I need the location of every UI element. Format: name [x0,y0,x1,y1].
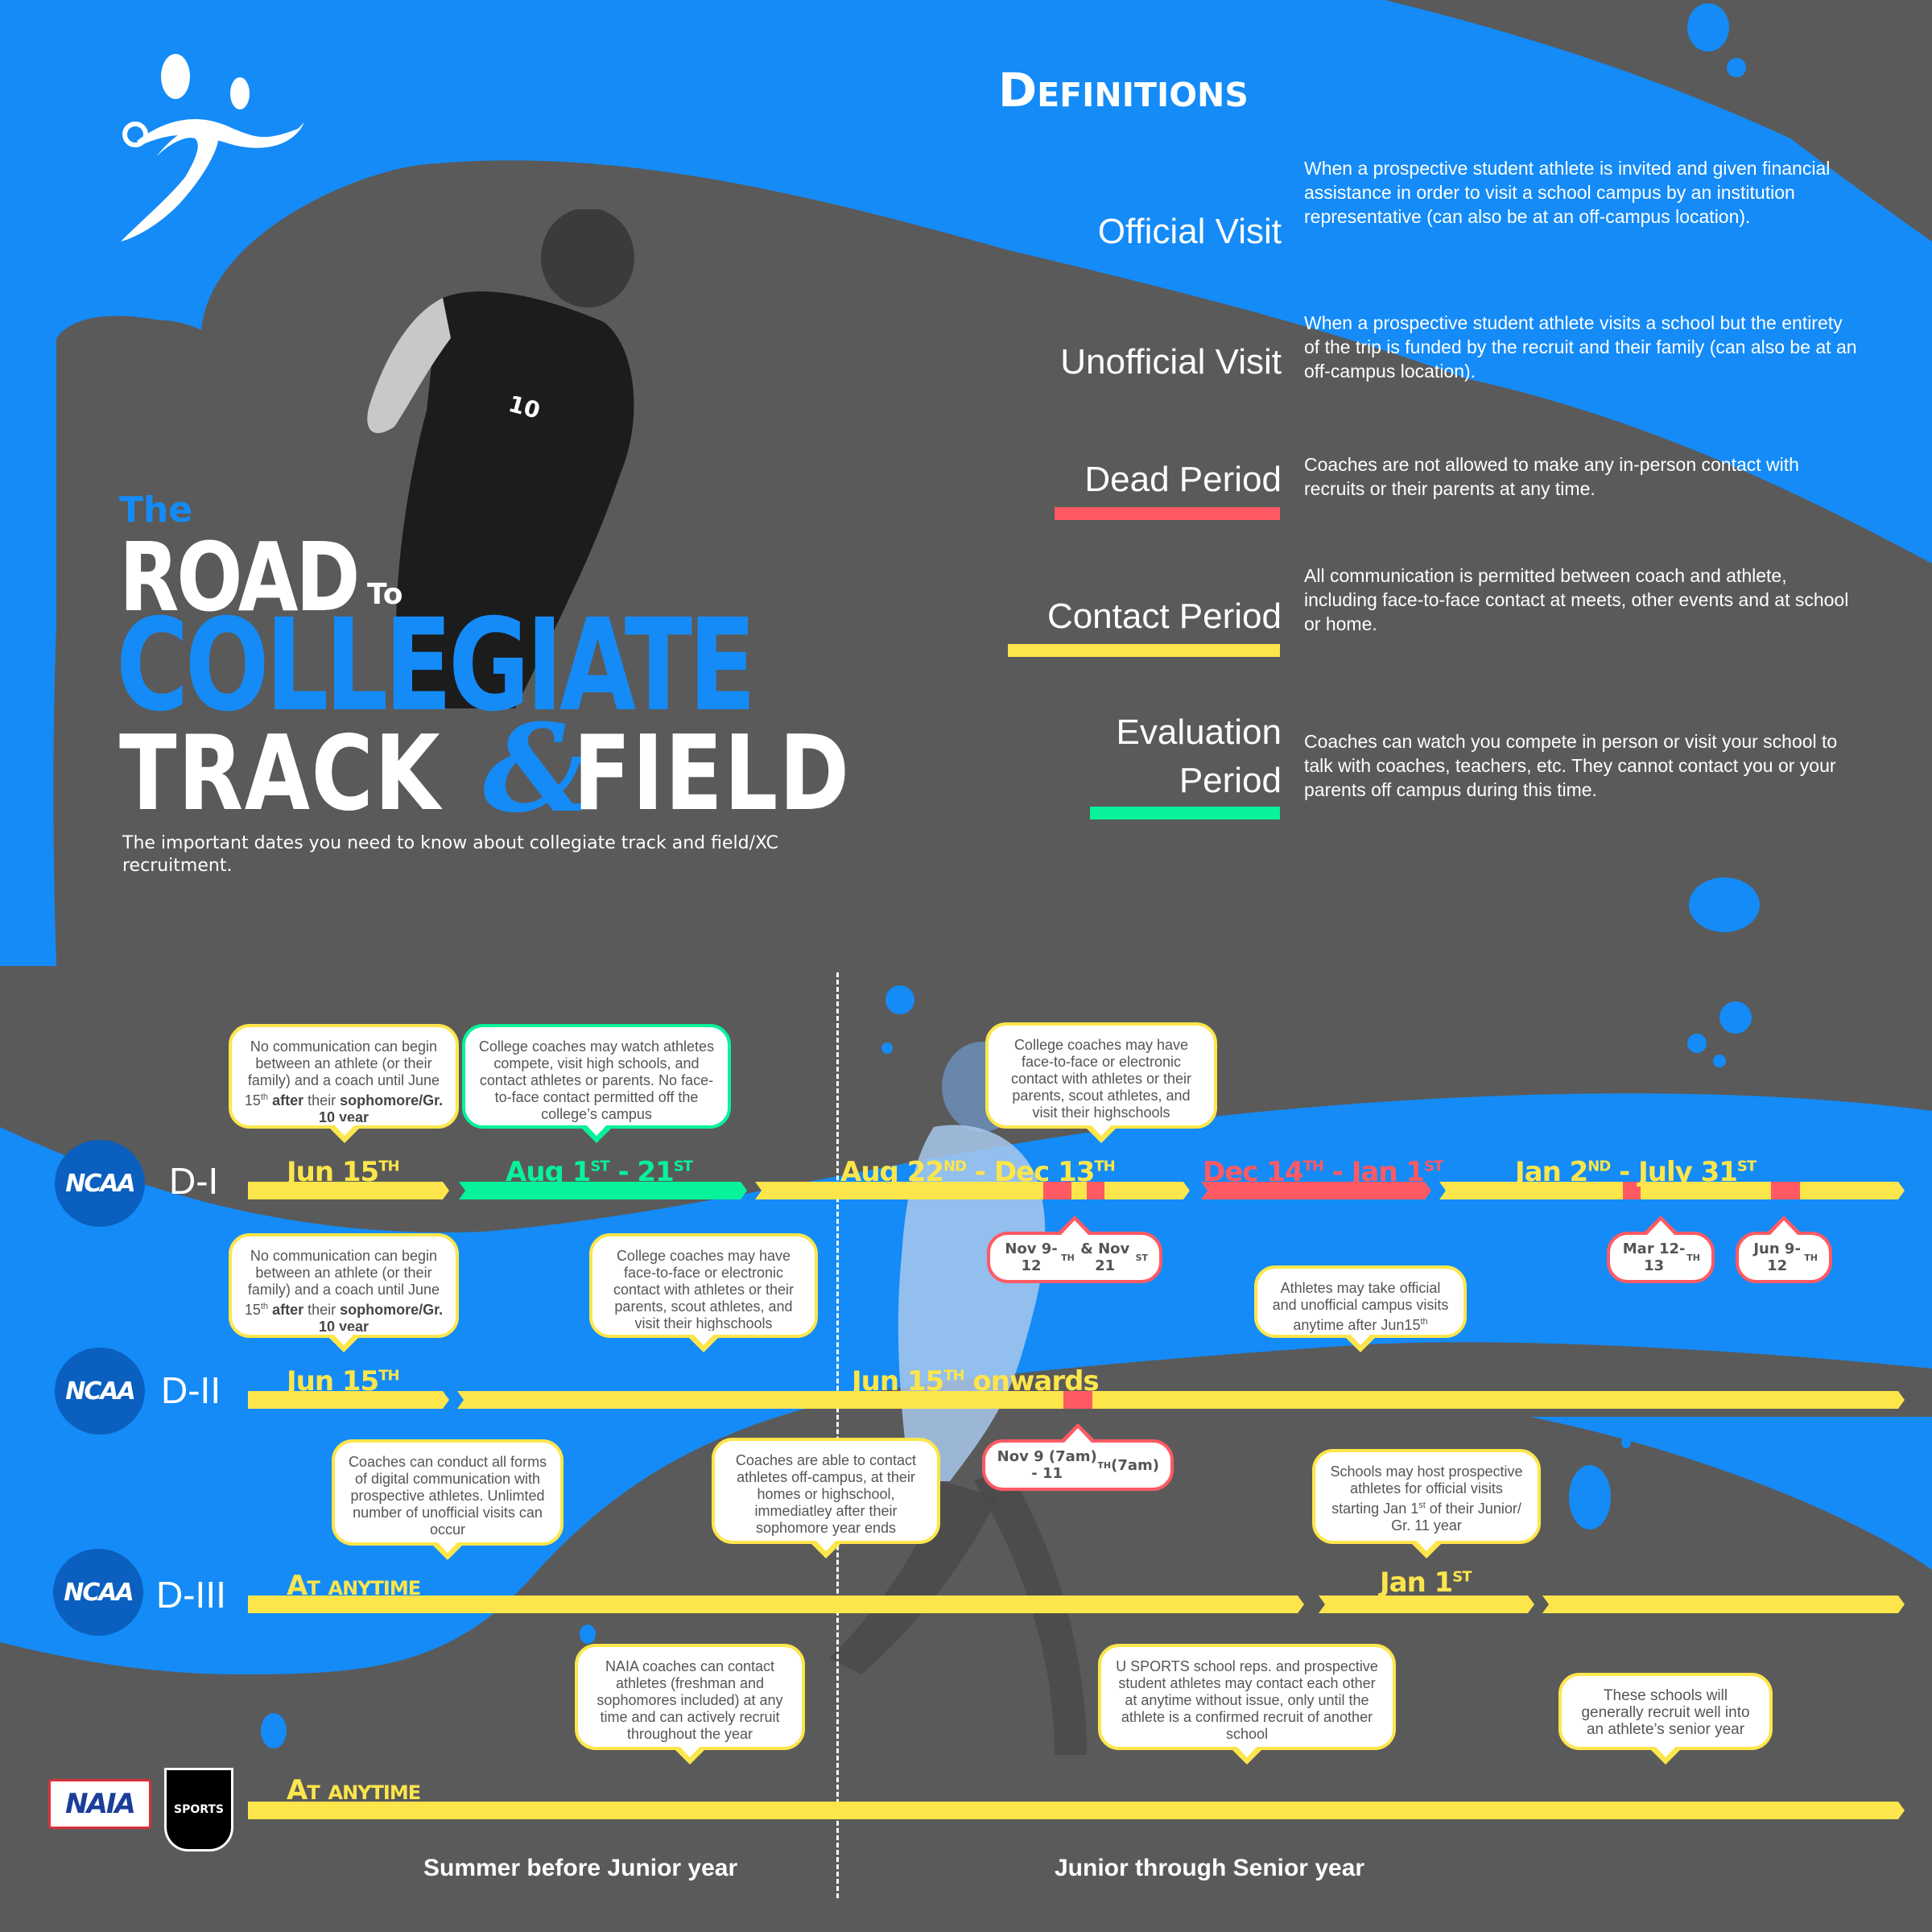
bubble-tail [808,1537,844,1558]
definition-term-contact-period: Contact Period [1046,597,1282,636]
deco-circle [1713,1055,1726,1067]
contact-period-color-bar [1008,644,1280,657]
definition-desc-dead-period: Coaches are not allowed to make any in-p… [1304,454,1799,499]
phase-label-summer: Summer before Junior year [423,1855,738,1881]
date-d1-jan2-jul31: Jan 2ND - July 31ST [1515,1156,1757,1188]
bubble-tail [1766,1216,1802,1235]
date-d2-jun15: Jun 15TH [287,1365,400,1397]
dead-callout-d1-jun: Jun 9-12 TH [1736,1216,1832,1283]
dead-period-color-bar [1055,507,1280,520]
segment-naia-anytime [248,1802,1905,1819]
phase-label-junior-senior: Junior through Senior year [1055,1855,1365,1881]
note-d1-jun15: No communication can begin between an at… [229,1024,459,1143]
subtitle: The important dates you need to know abo… [122,833,778,876]
bubble-tail [1229,1743,1265,1765]
date-d3-anytime: At anytime [287,1570,421,1602]
ncaa-logo-d1: NCAA [55,1140,145,1227]
dead-callout-d1-mar: Mar 12-13 TH [1607,1216,1715,1283]
bubble-tail [1343,1331,1378,1352]
date-d2-jun15-onwards: Jun 15TH onwards [852,1365,1100,1397]
timeline-track-naia-usports [248,1802,1905,1819]
bubble-tail [686,1331,721,1352]
evaluation-period-color-bar [1090,807,1280,819]
deco-circle [886,985,914,1014]
note-d3-anytime: Coaches can conduct all forms of digital… [332,1439,564,1560]
segment-d2-onwards [457,1391,1905,1409]
note-usports: U SPORTS school reps. and prospective st… [1098,1644,1396,1765]
dead-mark-d1-jun9-12 [1771,1182,1800,1199]
naia-logo: NAIA [48,1779,151,1829]
deco-circle [580,1624,596,1644]
note-d1-aug22-dec13: College coaches may have face-to-face or… [985,1022,1217,1143]
division-label-d3: D-III [156,1574,226,1616]
bubble-tail [1057,1216,1092,1235]
timeline-track-d3 [248,1596,1905,1613]
title-field: FIELD [573,714,851,834]
definition-desc-unofficial-visit: When a prospective student athlete visit… [1304,312,1857,382]
note-naia: NAIA coaches can contact athletes (fresh… [575,1644,805,1765]
bubble-tail [1084,1121,1119,1143]
date-d3-jan1: Jan 1ST [1380,1567,1472,1599]
bubble-tail [1643,1216,1678,1235]
date-d1-jun15: Jun 15TH [287,1156,400,1188]
ncaa-logo-d2: NCAA [55,1348,145,1435]
division-label-d2: D-II [161,1369,221,1411]
title-track: TRACK [119,714,442,834]
division-label-d1: D-I [169,1160,219,1202]
phase-divider-line [836,972,839,1898]
date-d1-aug22-dec13: Aug 22ND - Dec 13TH [840,1156,1116,1188]
deco-circle [261,1713,287,1748]
definition-desc-official-visit: When a prospective student athlete is in… [1304,158,1831,227]
definition-term-unofficial-visit: Unofficial Visit [1060,342,1282,382]
dead-callout-d2-nov: Nov 9 (7am) - 11 TH (7am) [982,1423,1174,1491]
definition-term-dead-period: Dead Period [1084,460,1282,499]
bubble-tail [1648,1743,1683,1765]
bubble-tail [1409,1537,1444,1558]
ncaa-logo-d3: NCAA [53,1549,143,1636]
definition-term-evaluation-period-line1: Evaluation [1116,712,1282,752]
note-d2-jun15: No communication can begin between an at… [229,1233,459,1352]
bubble-tail [1060,1423,1096,1443]
bubble-tail [326,1331,361,1352]
note-d2-visits: Athletes may take official and unofficia… [1254,1265,1467,1352]
bubble-tail [579,1121,614,1143]
definitions-heading: Definitions [998,63,1249,118]
deco-circle [1569,1465,1611,1530]
bubble-tail [430,1538,465,1560]
bubble-tail [672,1743,708,1765]
note-d2-contact: College coaches may have face-to-face or… [589,1233,818,1352]
note-d1-aug1-21: College coaches may watch athletes compe… [462,1024,731,1143]
deco-circle [1719,1001,1752,1034]
definition-desc-evaluation-period: Coaches can watch you compete in person … [1304,731,1838,800]
deco-circle [1727,58,1746,77]
deco-circle [1621,1437,1631,1448]
note-d3-offcampus: Coaches are able to contact athletes off… [712,1438,940,1558]
definition-term-evaluation-period-line2: Period [1179,761,1282,800]
deco-circle [1689,877,1760,932]
date-d1-aug1-21: Aug 1ST - 21ST [506,1156,693,1188]
usports-logo: SPORTS [164,1768,233,1852]
dead-callout-d1-nov: Nov 9-12 TH & Nov 21 ST [987,1216,1162,1283]
title-collegiate: COLLEGIATE [116,592,756,740]
note-senior-year: These schools will generally recruit wel… [1558,1673,1773,1765]
definition-term-official-visit: Official Visit [1097,212,1282,251]
date-d1-dec14-jan1: Dec 14TH - Jan 1ST [1203,1156,1443,1188]
definition-desc-contact-period: All communication is permitted between c… [1304,565,1849,634]
deco-circle [1687,3,1729,52]
date-naia-anytime: At anytime [287,1774,421,1806]
deco-circle [1687,1034,1707,1053]
note-d3-official-visits: Schools may host prospective athletes fo… [1312,1449,1541,1558]
segment-d3-after [1542,1596,1905,1613]
